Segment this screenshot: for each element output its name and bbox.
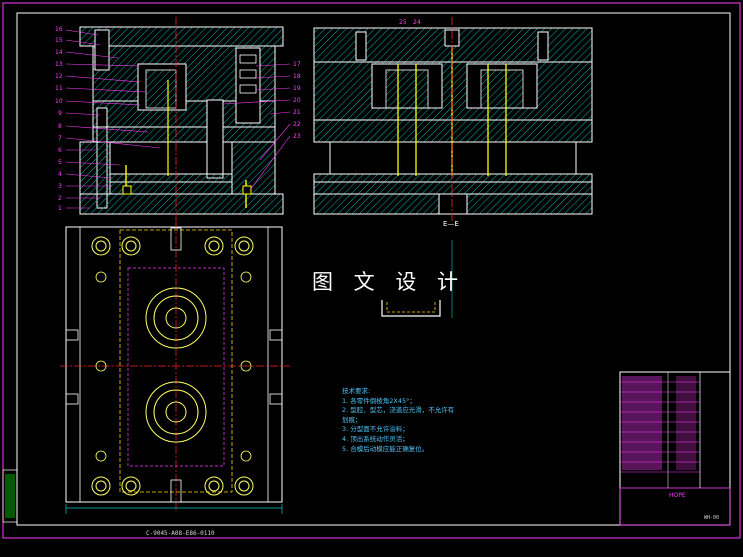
title-block-name: HOPE — [669, 492, 686, 499]
part-number: 11 — [55, 85, 63, 92]
part-number: 14 — [55, 49, 63, 56]
watermark: 图 文 设 计 — [312, 270, 466, 294]
note-line: 2. 型腔、型芯，浇道应光滑，不允许有 — [342, 406, 455, 415]
part-number: 18 — [293, 73, 301, 80]
part-number: 24 — [413, 19, 421, 26]
part-number: 9 — [58, 110, 62, 117]
part-number: 6 — [58, 147, 62, 154]
part-numbers-right: 17 18 19 20 21 22 23 — [293, 61, 301, 140]
part-number: 17 — [293, 61, 301, 68]
main-section-view — [65, 17, 291, 226]
drawing-number: C-9045-A08-E86-0110 — [146, 530, 215, 537]
edge-stamp — [2, 469, 18, 523]
part-number: 2 — [58, 195, 62, 202]
part-number: 15 — [55, 37, 63, 44]
part-number: 10 — [55, 98, 63, 105]
part-number: 5 — [58, 159, 62, 166]
section-label: E—E — [443, 220, 459, 228]
technical-notes: 技术要求: 1. 各零件倒棱角2X45°； 2. 型腔、型芯，浇道应光滑，不允许… — [342, 387, 454, 454]
note-line: 3. 分型面不允许溢料； — [342, 425, 409, 434]
note-line: 4. 顶出系统动作灵活； — [342, 434, 409, 443]
part-number: 19 — [293, 85, 301, 92]
plan-view — [60, 222, 290, 514]
part-number: 7 — [58, 135, 62, 142]
part-numbers-left: 16 15 14 13 12 11 10 9 8 7 6 5 4 3 2 1 — [55, 26, 63, 212]
title-block — [619, 371, 731, 526]
top-center-labels: 25 24 — [399, 19, 421, 26]
note-line: 5. 合模后动模应能正确复位。 — [342, 444, 429, 453]
section-ee-view — [313, 17, 593, 222]
part-number: 12 — [55, 73, 63, 80]
part-number: 8 — [58, 123, 62, 130]
note-line: 划痕； — [342, 415, 362, 424]
notes-title: 技术要求: — [342, 387, 371, 395]
part-number: 1 — [58, 205, 62, 212]
title-block-code: WH-00 — [704, 515, 720, 521]
part-number: 20 — [293, 97, 301, 104]
part-number: 4 — [58, 171, 62, 178]
part-number: 13 — [55, 61, 63, 68]
part-number: 16 — [55, 26, 63, 33]
part-number: 23 — [293, 133, 301, 140]
part-number: 25 — [399, 19, 407, 26]
note-line: 1. 各零件倒棱角2X45°； — [342, 396, 416, 405]
part-number: 22 — [293, 121, 301, 128]
part-number: 21 — [293, 109, 301, 116]
part-number: 3 — [58, 183, 62, 190]
